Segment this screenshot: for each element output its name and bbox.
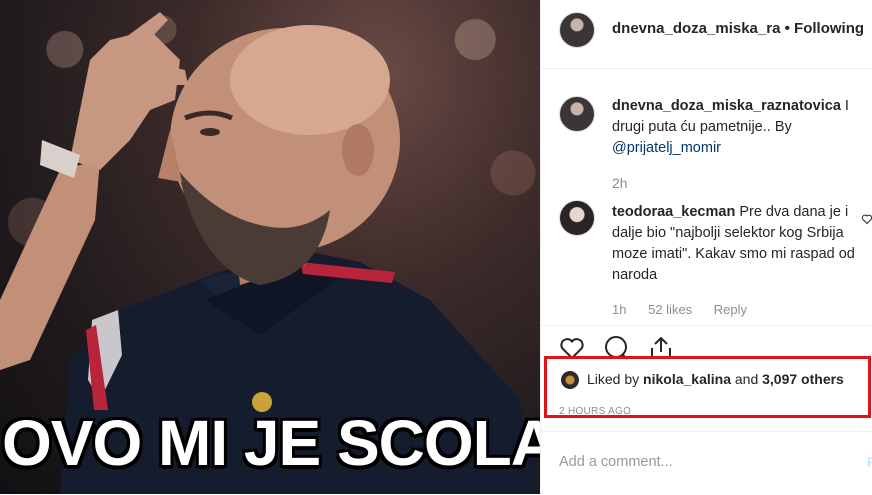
liker-avatar[interactable] — [561, 371, 579, 390]
caption-author-avatar[interactable] — [559, 96, 595, 132]
commenter-avatar[interactable] — [559, 200, 595, 236]
reply-button[interactable]: Reply — [714, 302, 747, 317]
following-button[interactable]: Following — [794, 20, 864, 37]
comment-time[interactable]: 1h — [612, 302, 626, 317]
post-comment-button[interactable]: P — [867, 454, 872, 470]
author-avatar[interactable] — [559, 12, 595, 48]
post-header: dnevna_doza_miska_ra • Following — [541, 0, 872, 69]
post-timestamp[interactable]: 2 HOURS AGO — [559, 406, 631, 417]
header-separator: • — [784, 20, 790, 37]
likes-count[interactable]: 3,097 others — [762, 371, 844, 387]
add-comment-input[interactable] — [559, 454, 859, 470]
liked-by-prefix: Liked by — [587, 371, 644, 387]
comment-text: teodoraa_kecman Pre dva dana je i dalje … — [612, 202, 867, 286]
caption-username[interactable]: dnevna_doza_miska_raznatovica — [612, 98, 841, 114]
caption-text: dnevna_doza_miska_raznatovica I drugi pu… — [612, 96, 867, 159]
post-side-panel: dnevna_doza_miska_ra • Following dnevna_… — [540, 0, 872, 494]
comment-likes[interactable]: 52 likes — [648, 302, 692, 317]
comment-like-heart-icon[interactable] — [861, 213, 872, 225]
comment-meta: 1h 52 likes Reply — [612, 302, 765, 317]
add-comment-bar: P — [541, 431, 872, 495]
liker-username[interactable]: nikola_kalina — [643, 371, 731, 387]
commenter-username[interactable]: teodoraa_kecman — [612, 204, 735, 220]
liked-by-row: Liked by nikola_kalina and 3,097 others — [561, 371, 844, 390]
header-line: dnevna_doza_miska_ra • Following — [612, 20, 864, 37]
caption-time[interactable]: 2h — [612, 175, 628, 191]
meme-caption: OVO MI JE SCOLA — [2, 407, 540, 479]
author-username[interactable]: dnevna_doza_miska_ra — [612, 20, 780, 37]
post-photo[interactable]: OVO MI JE SCOLA — [0, 0, 540, 494]
liked-by-and: and — [730, 371, 763, 387]
mention-link[interactable]: @prijatelj_momir — [612, 140, 721, 156]
